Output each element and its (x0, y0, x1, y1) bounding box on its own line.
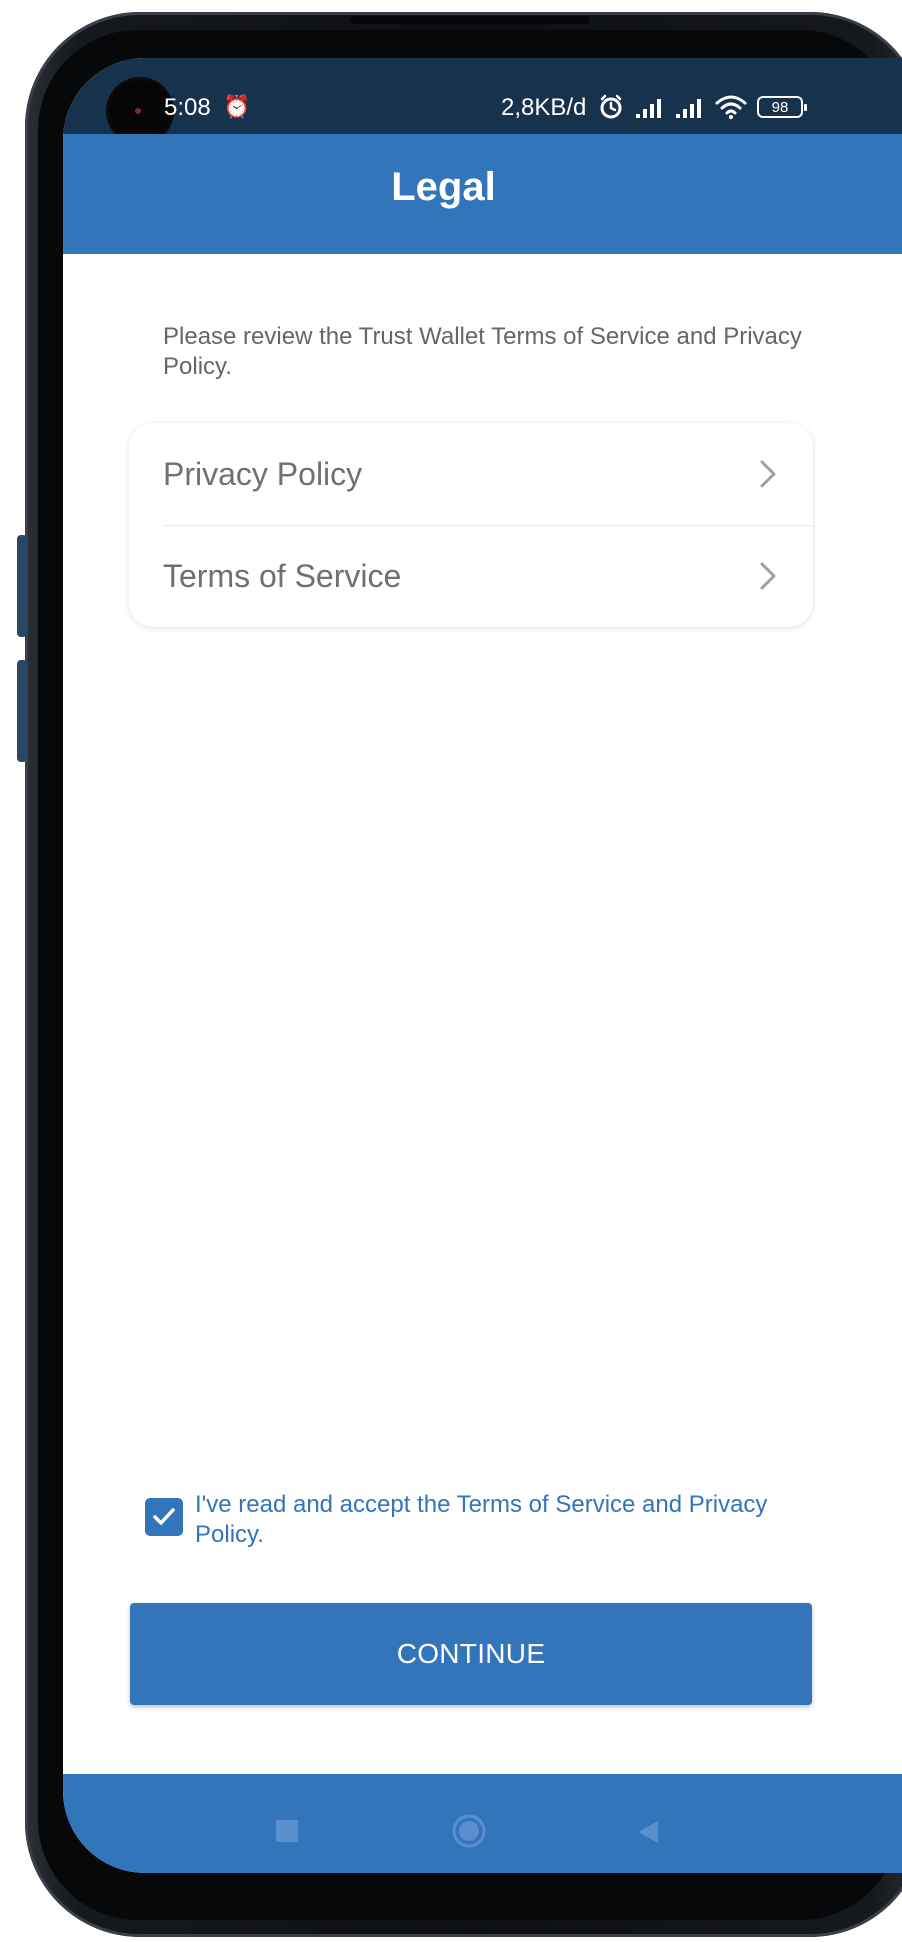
page-title: Legal (391, 164, 496, 209)
app-bar: Legal (63, 134, 902, 254)
network-speed: 2,8KB/d (501, 94, 587, 121)
continue-button[interactable]: CONTINUE (130, 1603, 812, 1705)
front-camera (109, 80, 171, 142)
intro-text: Please review the Trust Wallet Terms of … (163, 323, 802, 380)
checkmark-icon (153, 1508, 175, 1525)
phone-side-button (17, 535, 27, 637)
battery-icon: 98 (757, 96, 807, 118)
legal-links-card: Privacy Policy Terms of Service (129, 423, 813, 627)
signal-icon (676, 99, 701, 118)
terms-of-service-label: Terms of Service (163, 557, 402, 594)
privacy-policy-label: Privacy Policy (163, 455, 363, 492)
chevron-right-icon (760, 460, 776, 488)
status-time: 5:08 (164, 94, 211, 121)
system-navigation-bar (63, 1774, 902, 1873)
phone-side-button (17, 660, 27, 762)
status-icons: 98 (597, 92, 807, 122)
accept-terms-text[interactable]: I've read and accept the Terms of Servic… (195, 1490, 815, 1550)
terms-of-service-link[interactable]: Terms of Service (129, 525, 813, 627)
alarm-icon (600, 94, 622, 119)
privacy-policy-link[interactable]: Privacy Policy (129, 423, 813, 525)
alarm-icon: ⏰ (223, 94, 251, 119)
home-icon[interactable] (452, 1814, 486, 1848)
battery-level: 98 (771, 98, 789, 116)
phone-screen: 5:08 ⏰ 2,8KB/d 98 Legal Please review th… (63, 58, 902, 1873)
accept-terms-row: I've read and accept the Terms of Servic… (143, 1490, 823, 1560)
accept-terms-checkbox[interactable] (145, 1498, 183, 1536)
status-bar: 5:08 ⏰ 2,8KB/d 98 (63, 58, 902, 142)
signal-icon (636, 99, 661, 118)
wifi-icon (715, 95, 747, 119)
screenshot-canvas: 5:08 ⏰ 2,8KB/d 98 Legal Please review th… (0, 0, 902, 1942)
recent-apps-icon[interactable] (276, 1820, 298, 1842)
chevron-right-icon (760, 562, 776, 590)
back-icon[interactable] (634, 1818, 662, 1846)
phone-speaker-slot (350, 16, 590, 24)
